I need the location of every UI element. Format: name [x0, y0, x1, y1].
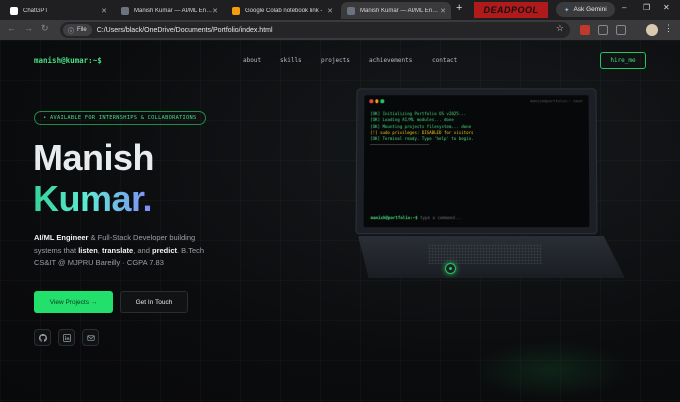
- tab-chatgpt[interactable]: ChatGPT ✕: [4, 2, 112, 19]
- bookmark-star-icon[interactable]: ☆: [556, 23, 564, 34]
- green-glow: [470, 340, 630, 400]
- linkedin-icon: [63, 334, 71, 342]
- close-dot: [369, 99, 373, 102]
- browser-toolbar: ← → ↻ ⓘ File C:/Users/black/OneDrive/Doc…: [0, 20, 680, 40]
- ask-gemini-label: Ask Gemini: [573, 6, 606, 13]
- colab-icon: [232, 7, 240, 15]
- info-icon: ⓘ: [68, 26, 74, 35]
- tab-colab[interactable]: Google Colab notebook link - ✕: [226, 2, 338, 19]
- menu-kebab-icon[interactable]: ⋮: [664, 23, 673, 34]
- get-in-touch-button[interactable]: Get In Touch: [120, 291, 188, 313]
- back-icon[interactable]: ←: [7, 23, 16, 33]
- reload-icon[interactable]: ↻: [41, 23, 49, 34]
- new-tab-button[interactable]: +: [456, 2, 462, 14]
- terminal-title: manish@portfolio:~ bash: [530, 98, 582, 103]
- terminal-input[interactable]: manish@portfolio:~$ type a command...: [371, 215, 463, 220]
- close-icon[interactable]: ✕: [440, 7, 446, 15]
- email-link[interactable]: [82, 329, 99, 346]
- extensions-puzzle-icon[interactable]: [598, 25, 608, 35]
- terminal-line: [OK] Mounting projects filesystem... don…: [370, 124, 473, 130]
- close-window-button[interactable]: ✕: [663, 3, 670, 12]
- file-chip-label: File: [77, 27, 87, 33]
- terminal-placeholder: type a command...: [420, 215, 462, 220]
- url-text[interactable]: C:/Users/black/OneDrive/Documents/Portfo…: [97, 27, 273, 34]
- trackpad-glow-icon: [445, 263, 456, 274]
- gemini-icon: ✦: [564, 6, 569, 14]
- file-chip[interactable]: ⓘ File: [63, 24, 92, 36]
- laptop-keyboard: [428, 244, 542, 264]
- github-link[interactable]: [34, 329, 51, 346]
- minimize-button[interactable]: –: [622, 3, 626, 12]
- split-view-icon[interactable]: [616, 25, 626, 35]
- forward-icon[interactable]: →: [24, 23, 33, 33]
- hero-first-name: Manish: [33, 140, 154, 176]
- tab-title: Manish Kumar — AI/ML Engineer: [360, 8, 440, 14]
- maximize-button[interactable]: ❐: [643, 3, 650, 12]
- hero-description: AI/ML Engineer & Full-Stack Developer bu…: [34, 232, 224, 270]
- ask-gemini-button[interactable]: ✦ Ask Gemini: [556, 2, 615, 17]
- terminal-prompt: manish@portfolio:~$: [371, 215, 418, 220]
- profile-avatar[interactable]: [646, 24, 658, 36]
- hero-last-name: Kumar.: [33, 181, 152, 217]
- browser-tabbar: ChatGPT ✕ Manish Kumar — AI/ML Engineer …: [0, 0, 680, 20]
- nav-achievements[interactable]: achievements: [369, 57, 412, 64]
- listen-highlight: listen: [78, 246, 98, 255]
- close-icon[interactable]: ✕: [327, 7, 333, 15]
- page-icon: [121, 7, 129, 15]
- minimize-dot: [375, 99, 379, 102]
- predict-highlight: predict: [152, 246, 177, 255]
- tab-portfolio-active[interactable]: Manish Kumar — AI/ML Engineer ✕: [341, 2, 451, 19]
- nav-contact[interactable]: contact: [432, 57, 457, 64]
- maximize-dot: [380, 99, 384, 102]
- desc-text: , and: [133, 246, 152, 255]
- tab-title: Manish Kumar — AI/ML Engineer: [134, 8, 214, 14]
- close-icon[interactable]: ✕: [101, 7, 107, 15]
- portfolio-page: manish@kumar:~$ about skills projects ac…: [0, 40, 680, 402]
- github-icon: [39, 334, 47, 342]
- tab-title: ChatGPT: [23, 8, 48, 14]
- nav-skills[interactable]: skills: [280, 57, 302, 64]
- nav-projects[interactable]: projects: [321, 57, 350, 64]
- nav-about[interactable]: about: [243, 57, 261, 64]
- terminal-output: [OK] Initializing Portfolio OS v2025... …: [370, 111, 473, 149]
- availability-badge: • AVAILABLE FOR INTERNSHIPS & COLLABORAT…: [34, 111, 206, 125]
- laptop-screen: manish@portfolio:~ bash [OK] Initializin…: [355, 88, 597, 234]
- page-icon: [347, 7, 355, 15]
- terminal-divider: ────────────────────────: [370, 143, 473, 149]
- brand-logo[interactable]: manish@kumar:~$: [34, 56, 102, 65]
- tab-title: Google Colab notebook link -: [245, 8, 322, 14]
- close-icon[interactable]: ✕: [212, 7, 218, 15]
- role-highlight: AI/ML Engineer: [34, 233, 88, 242]
- linkedin-link[interactable]: [58, 329, 75, 346]
- terminal-window: manish@portfolio:~ bash [OK] Initializin…: [364, 95, 590, 227]
- deadpool-banner: DEADPOOL: [474, 2, 548, 18]
- extension-icon[interactable]: [580, 25, 590, 35]
- terminal-traffic-lights: [369, 99, 383, 102]
- view-projects-button[interactable]: View Projects →: [34, 291, 113, 313]
- hire-me-button[interactable]: hire_me: [600, 52, 646, 69]
- tab-portfolio-1[interactable]: Manish Kumar — AI/ML Engineer ✕: [115, 2, 223, 19]
- mail-icon: [87, 334, 95, 342]
- chatgpt-icon: [10, 7, 18, 15]
- address-bar[interactable]: ⓘ File C:/Users/black/OneDrive/Documents…: [60, 22, 570, 38]
- translate-highlight: translate: [102, 246, 133, 255]
